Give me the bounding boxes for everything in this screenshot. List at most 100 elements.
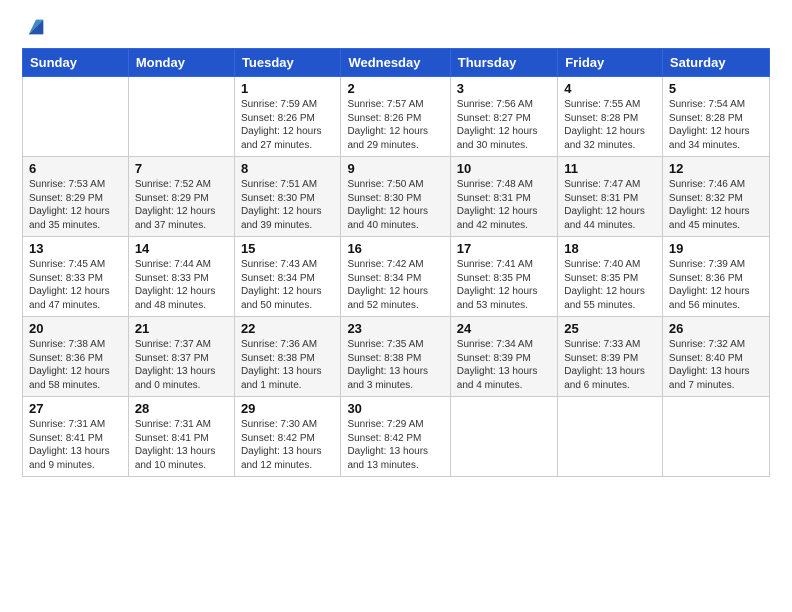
day-number: 6 bbox=[29, 161, 122, 176]
calendar-cell: 4 Sunrise: 7:55 AM Sunset: 8:28 PM Daylig… bbox=[558, 77, 663, 157]
calendar-week-row: 27 Sunrise: 7:31 AM Sunset: 8:41 PM Dayli… bbox=[23, 397, 770, 477]
calendar-cell: 20Sunrise: 7:38 AM Sunset: 8:36 PM Dayli… bbox=[23, 317, 129, 397]
day-number: 9 bbox=[347, 161, 443, 176]
day-info: Sunrise: 7:53 AM Sunset: 8:29 PM Dayligh… bbox=[29, 178, 122, 232]
day-number: 22 bbox=[241, 321, 335, 336]
day-number: 8 bbox=[241, 161, 335, 176]
calendar-cell: 8 Sunrise: 7:51 AM Sunset: 8:30 PM Daylig… bbox=[234, 157, 341, 237]
calendar-cell: 12Sunrise: 7:46 AM Sunset: 8:32 PM Dayli… bbox=[662, 157, 769, 237]
day-number: 18 bbox=[564, 241, 656, 256]
day-number: 26 bbox=[669, 321, 763, 336]
day-number: 5 bbox=[669, 81, 763, 96]
day-info: Sunrise: 7:40 AM Sunset: 8:35 PM Dayligh… bbox=[564, 258, 656, 312]
weekday-header-monday: Monday bbox=[128, 49, 234, 77]
day-number: 12 bbox=[669, 161, 763, 176]
day-info: Sunrise: 7:55 AM Sunset: 8:28 PM Dayligh… bbox=[564, 98, 656, 152]
day-number: 21 bbox=[135, 321, 228, 336]
weekday-header-saturday: Saturday bbox=[662, 49, 769, 77]
calendar-header-row: SundayMondayTuesdayWednesdayThursdayFrid… bbox=[23, 49, 770, 77]
calendar-cell bbox=[128, 77, 234, 157]
day-info: Sunrise: 7:41 AM Sunset: 8:35 PM Dayligh… bbox=[457, 258, 551, 312]
day-number: 24 bbox=[457, 321, 551, 336]
day-number: 23 bbox=[347, 321, 443, 336]
day-info: Sunrise: 7:45 AM Sunset: 8:33 PM Dayligh… bbox=[29, 258, 122, 312]
calendar-week-row: 20Sunrise: 7:38 AM Sunset: 8:36 PM Dayli… bbox=[23, 317, 770, 397]
logo bbox=[22, 18, 47, 38]
calendar-cell: 16 Sunrise: 7:42 AM Sunset: 8:34 PM Dayli… bbox=[341, 237, 450, 317]
day-number: 19 bbox=[669, 241, 763, 256]
day-info: Sunrise: 7:42 AM Sunset: 8:34 PM Dayligh… bbox=[347, 258, 443, 312]
day-number: 29 bbox=[241, 401, 335, 416]
calendar-cell: 15 Sunrise: 7:43 AM Sunset: 8:34 PM Dayli… bbox=[234, 237, 341, 317]
calendar-cell bbox=[23, 77, 129, 157]
day-number: 28 bbox=[135, 401, 228, 416]
header bbox=[22, 18, 770, 38]
calendar-cell: 5 Sunrise: 7:54 AM Sunset: 8:28 PM Daylig… bbox=[662, 77, 769, 157]
calendar-week-row: 13 Sunrise: 7:45 AM Sunset: 8:33 PM Dayli… bbox=[23, 237, 770, 317]
day-info: Sunrise: 7:34 AM Sunset: 8:39 PM Dayligh… bbox=[457, 338, 551, 392]
weekday-header-friday: Friday bbox=[558, 49, 663, 77]
calendar-cell: 23 Sunrise: 7:35 AM Sunset: 8:38 PM Dayli… bbox=[341, 317, 450, 397]
page: SundayMondayTuesdayWednesdayThursdayFrid… bbox=[0, 0, 792, 612]
day-info: Sunrise: 7:31 AM Sunset: 8:41 PM Dayligh… bbox=[135, 418, 228, 472]
calendar-cell: 2Sunrise: 7:57 AM Sunset: 8:26 PM Daylig… bbox=[341, 77, 450, 157]
day-number: 3 bbox=[457, 81, 551, 96]
calendar-cell: 3Sunrise: 7:56 AM Sunset: 8:27 PM Daylig… bbox=[450, 77, 557, 157]
day-info: Sunrise: 7:32 AM Sunset: 8:40 PM Dayligh… bbox=[669, 338, 763, 392]
day-number: 27 bbox=[29, 401, 122, 416]
day-info: Sunrise: 7:50 AM Sunset: 8:30 PM Dayligh… bbox=[347, 178, 443, 232]
calendar-cell bbox=[558, 397, 663, 477]
day-info: Sunrise: 7:37 AM Sunset: 8:37 PM Dayligh… bbox=[135, 338, 228, 392]
day-info: Sunrise: 7:33 AM Sunset: 8:39 PM Dayligh… bbox=[564, 338, 656, 392]
day-number: 10 bbox=[457, 161, 551, 176]
day-number: 30 bbox=[347, 401, 443, 416]
day-number: 15 bbox=[241, 241, 335, 256]
day-number: 20 bbox=[29, 321, 122, 336]
calendar-week-row: 1 Sunrise: 7:59 AM Sunset: 8:26 PM Daylig… bbox=[23, 77, 770, 157]
day-info: Sunrise: 7:52 AM Sunset: 8:29 PM Dayligh… bbox=[135, 178, 228, 232]
calendar-cell: 24 Sunrise: 7:34 AM Sunset: 8:39 PM Dayli… bbox=[450, 317, 557, 397]
day-number: 13 bbox=[29, 241, 122, 256]
calendar-cell: 10 Sunrise: 7:48 AM Sunset: 8:31 PM Dayli… bbox=[450, 157, 557, 237]
day-number: 16 bbox=[347, 241, 443, 256]
calendar-cell: 30Sunrise: 7:29 AM Sunset: 8:42 PM Dayli… bbox=[341, 397, 450, 477]
day-info: Sunrise: 7:43 AM Sunset: 8:34 PM Dayligh… bbox=[241, 258, 335, 312]
logo-icon bbox=[25, 16, 47, 38]
calendar-cell: 28 Sunrise: 7:31 AM Sunset: 8:41 PM Dayli… bbox=[128, 397, 234, 477]
day-number: 4 bbox=[564, 81, 656, 96]
calendar-table: SundayMondayTuesdayWednesdayThursdayFrid… bbox=[22, 48, 770, 477]
day-number: 17 bbox=[457, 241, 551, 256]
calendar-cell: 13 Sunrise: 7:45 AM Sunset: 8:33 PM Dayli… bbox=[23, 237, 129, 317]
calendar-cell: 11Sunrise: 7:47 AM Sunset: 8:31 PM Dayli… bbox=[558, 157, 663, 237]
day-info: Sunrise: 7:36 AM Sunset: 8:38 PM Dayligh… bbox=[241, 338, 335, 392]
calendar-cell: 26 Sunrise: 7:32 AM Sunset: 8:40 PM Dayli… bbox=[662, 317, 769, 397]
day-info: Sunrise: 7:39 AM Sunset: 8:36 PM Dayligh… bbox=[669, 258, 763, 312]
calendar-cell: 18 Sunrise: 7:40 AM Sunset: 8:35 PM Dayli… bbox=[558, 237, 663, 317]
day-info: Sunrise: 7:59 AM Sunset: 8:26 PM Dayligh… bbox=[241, 98, 335, 152]
weekday-header-thursday: Thursday bbox=[450, 49, 557, 77]
calendar-cell: 17 Sunrise: 7:41 AM Sunset: 8:35 PM Dayli… bbox=[450, 237, 557, 317]
weekday-header-wednesday: Wednesday bbox=[341, 49, 450, 77]
day-number: 2 bbox=[347, 81, 443, 96]
calendar-cell: 1 Sunrise: 7:59 AM Sunset: 8:26 PM Daylig… bbox=[234, 77, 341, 157]
day-info: Sunrise: 7:48 AM Sunset: 8:31 PM Dayligh… bbox=[457, 178, 551, 232]
day-info: Sunrise: 7:35 AM Sunset: 8:38 PM Dayligh… bbox=[347, 338, 443, 392]
day-info: Sunrise: 7:31 AM Sunset: 8:41 PM Dayligh… bbox=[29, 418, 122, 472]
weekday-header-tuesday: Tuesday bbox=[234, 49, 341, 77]
calendar-cell: 7 Sunrise: 7:52 AM Sunset: 8:29 PM Daylig… bbox=[128, 157, 234, 237]
calendar-cell: 9 Sunrise: 7:50 AM Sunset: 8:30 PM Daylig… bbox=[341, 157, 450, 237]
day-info: Sunrise: 7:51 AM Sunset: 8:30 PM Dayligh… bbox=[241, 178, 335, 232]
calendar-cell: 19 Sunrise: 7:39 AM Sunset: 8:36 PM Dayli… bbox=[662, 237, 769, 317]
calendar-cell: 27 Sunrise: 7:31 AM Sunset: 8:41 PM Dayli… bbox=[23, 397, 129, 477]
day-number: 1 bbox=[241, 81, 335, 96]
day-info: Sunrise: 7:54 AM Sunset: 8:28 PM Dayligh… bbox=[669, 98, 763, 152]
calendar-cell: 14Sunrise: 7:44 AM Sunset: 8:33 PM Dayli… bbox=[128, 237, 234, 317]
calendar-cell: 6 Sunrise: 7:53 AM Sunset: 8:29 PM Daylig… bbox=[23, 157, 129, 237]
day-number: 25 bbox=[564, 321, 656, 336]
day-number: 7 bbox=[135, 161, 228, 176]
day-info: Sunrise: 7:30 AM Sunset: 8:42 PM Dayligh… bbox=[241, 418, 335, 472]
calendar-cell bbox=[450, 397, 557, 477]
day-info: Sunrise: 7:44 AM Sunset: 8:33 PM Dayligh… bbox=[135, 258, 228, 312]
calendar-week-row: 6 Sunrise: 7:53 AM Sunset: 8:29 PM Daylig… bbox=[23, 157, 770, 237]
calendar-cell: 25 Sunrise: 7:33 AM Sunset: 8:39 PM Dayli… bbox=[558, 317, 663, 397]
